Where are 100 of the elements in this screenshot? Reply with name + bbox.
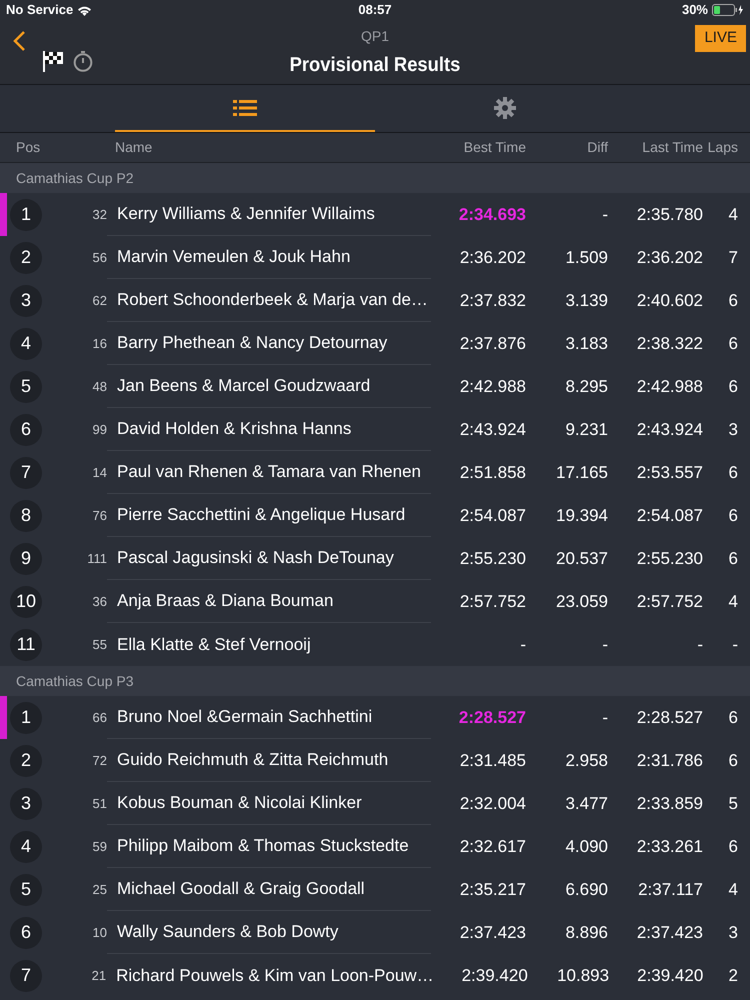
diff-time: 3.183 [564,332,608,355]
last-time: 2:42.988 [636,376,703,398]
column-header[interactable]: Pos [0,137,107,158]
diff-time: 19.394 [555,504,608,527]
position-badge: 7 [10,456,42,488]
car-number: 32 [92,206,107,224]
car-number: 62 [92,292,107,310]
last-time: 2:39.420 [636,964,704,987]
group-header: Camathias Cup P2 [0,163,750,193]
car-number: 25 [92,880,107,899]
fastest-marker [0,696,7,739]
position-badge: 4 [10,328,42,360]
best-time: 2:39.420 [460,964,528,987]
driver-names: Kobus Bouman & Nicolai Klinker [117,792,362,814]
best-time: 2:51.858 [458,462,526,484]
car-number: 48 [92,378,107,396]
driver-names: Richard Pouwels & Kim van Loon-Pouw… [116,964,434,987]
column-header[interactable]: Diff [526,137,608,158]
laps-count: 6 [728,332,739,355]
list-icon [233,100,257,116]
laps-count: 3 [728,922,739,944]
laps-count: 7 [728,246,739,269]
best-time: 2:55.230 [458,548,526,570]
laps-count: 6 [728,290,739,312]
column-header[interactable]: Laps [703,137,750,158]
best-time: 2:57.752 [458,590,526,613]
position-badge: 6 [10,916,42,948]
position-badge: 2 [10,242,42,274]
laps-count: 5 [728,792,739,815]
laps-count: 3 [728,418,739,441]
stopwatch-icon[interactable] [72,50,94,72]
diff-time: 2.958 [564,750,608,772]
battery-percent: 30% [682,1,708,20]
laps-count: 4 [728,590,739,613]
position-badge: 5 [10,874,42,906]
laps-count: 4 [728,878,739,901]
best-time: - [519,634,526,656]
driver-names: Robert Schoonderbeek & Marja van de… [117,289,428,312]
position-badge: 1 [10,198,42,230]
laps-count: 6 [728,376,739,398]
diff-time: 9.231 [564,418,608,441]
last-time: 2:54.087 [636,504,703,527]
car-number: 99 [92,420,107,439]
battery-icon [712,4,744,16]
diff-time: - [601,634,608,656]
driver-names: Guido Reichmuth & Zitta Reichmuth [117,749,388,772]
best-time: 2:32.617 [458,836,526,858]
best-time: 2:37.832 [458,290,526,312]
position-badge: 9 [10,542,42,574]
position-badge: 6 [10,414,42,446]
position-badge: 3 [10,284,42,316]
carrier-label: No Service [6,1,74,20]
last-time: 2:33.859 [636,792,703,815]
last-time: 2:55.230 [636,548,703,570]
driver-names: Pierre Sacchettini & Angelique Husard [117,504,406,526]
last-time: 2:28.527 [636,706,703,729]
diff-time: - [601,706,608,729]
car-number: 59 [92,838,107,856]
diff-time: 4.090 [564,836,608,858]
live-button[interactable]: LIVE [695,25,746,52]
diff-time: 20.537 [555,548,608,570]
diff-time: 17.165 [555,462,608,484]
last-time: 2:53.557 [636,462,703,484]
laps-count: 6 [728,750,739,772]
car-number: 66 [92,708,107,727]
driver-names: Anja Braas & Diana Bouman [117,590,334,612]
checkered-flag-icon[interactable] [42,50,64,72]
best-time: 2:31.485 [458,750,526,772]
car-number: 10 [92,924,107,942]
laps-count: 6 [728,836,739,858]
diff-time: - [601,204,608,226]
last-time: 2:40.602 [636,290,703,312]
laps-count: 6 [728,548,739,570]
wifi-icon [77,4,92,16]
driver-names: Philipp Maibom & Thomas Stuckstedte [117,835,409,858]
page-title: Provisional Results [290,53,460,78]
driver-names: Kerry Williams & Jennifer Willaims [117,203,375,226]
car-number: 36 [92,592,107,611]
column-header[interactable]: Name [107,137,431,158]
last-time: 2:43.924 [636,418,703,441]
car-number: 51 [92,794,107,813]
position-badge: 3 [10,788,42,820]
driver-names: Michael Goodall & Graig Goodall [117,878,365,900]
car-number: 56 [92,248,107,267]
best-time: 2:37.876 [458,332,526,355]
fastest-marker [0,193,7,236]
best-time: 2:32.004 [458,792,526,815]
last-time: 2:37.117 [637,878,703,901]
diff-time: 8.295 [564,376,608,398]
car-number: 72 [92,752,107,770]
laps-count: 6 [728,706,739,729]
column-header[interactable]: Last Time [608,137,703,158]
driver-names: Pascal Jagusinski & Nash DeTounay [117,547,394,570]
driver-names: Marvin Vemeulen & Jouk Hahn [117,246,350,268]
position-badge: 8 [10,500,42,532]
driver-names: Paul van Rhenen & Tamara van Rhenen [117,461,421,484]
diff-time: 1.509 [564,246,608,269]
column-header[interactable]: Best Time [431,137,526,158]
diff-time: 3.477 [564,792,608,815]
best-time: 2:34.693 [458,204,526,226]
